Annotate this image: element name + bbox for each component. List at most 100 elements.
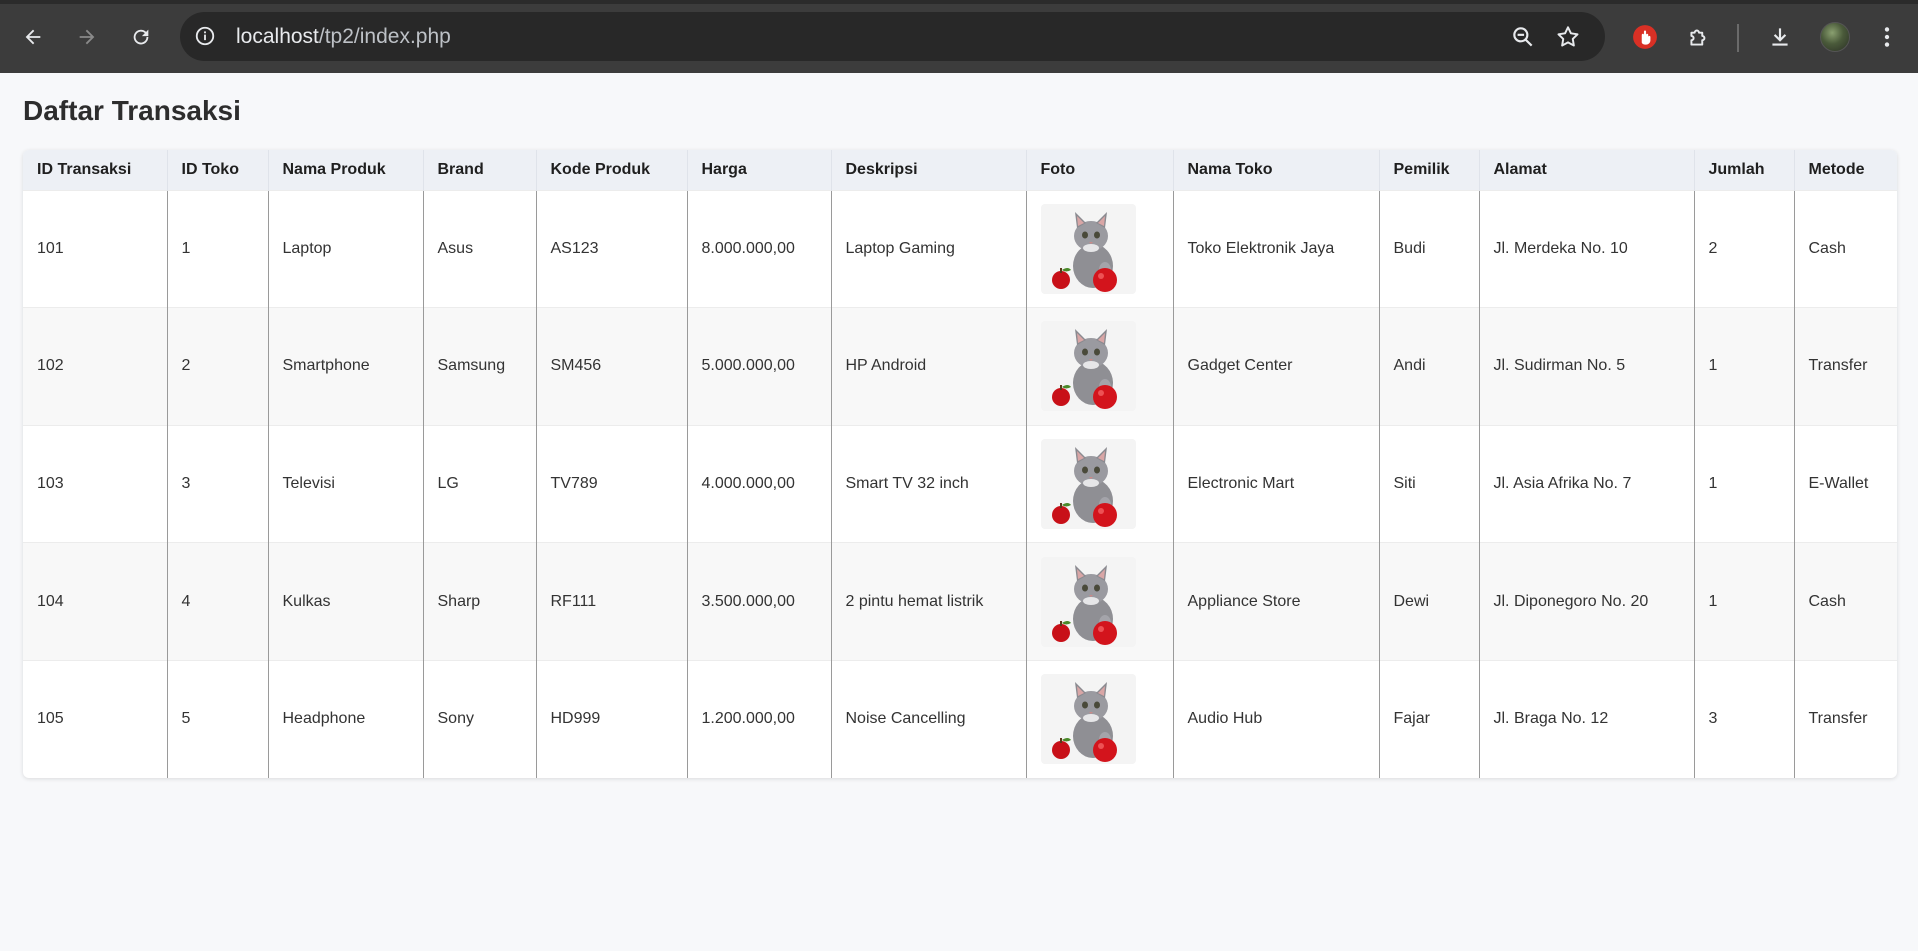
- cell-deskripsi: Laptop Gaming: [831, 190, 1027, 308]
- cell-nama-toko: Toko Elektronik Jaya: [1173, 190, 1380, 308]
- url-host: localhost: [236, 25, 319, 48]
- downloads-button[interactable]: [1765, 22, 1795, 52]
- cell-id-toko: 4: [167, 542, 269, 661]
- tab-strip-edge: [0, 0, 1918, 4]
- browser-toolbar: localhost/tp2/index.php: [0, 0, 1918, 73]
- info-icon[interactable]: [194, 25, 216, 47]
- table-row: 101 1 Laptop Asus AS123 8.000.000,00 Lap…: [23, 190, 1897, 308]
- cell-metode: Cash: [1808, 239, 1846, 257]
- cell-brand: Samsung: [423, 307, 537, 426]
- cell-id-transaksi: 105: [23, 660, 168, 778]
- url-text[interactable]: localhost/tp2/index.php: [236, 25, 451, 49]
- cell-metode: Transfer: [1808, 357, 1868, 375]
- cell-nama-toko: Electronic Mart: [1173, 425, 1380, 543]
- cell-deskripsi: Noise Cancelling: [831, 660, 1027, 778]
- cat-with-apple-photo: [1040, 556, 1136, 647]
- cell-kode-produk: HD999: [536, 660, 688, 778]
- page-content: Daftar Transaksi ID Transaksi ID Toko Na…: [0, 73, 1918, 951]
- cell-jumlah: 2: [1694, 190, 1795, 308]
- column-header: Brand: [423, 150, 537, 190]
- cell-deskripsi: HP Android: [831, 307, 1027, 426]
- cell-harga: 5.000.000,00: [687, 307, 832, 426]
- cell-id-toko: 3: [167, 425, 269, 543]
- extensions-button[interactable]: [1684, 22, 1714, 52]
- cell-kode-produk: RF111: [536, 542, 688, 661]
- cell-foto: [1026, 307, 1174, 426]
- column-header: Foto: [1026, 150, 1174, 190]
- column-header: ID Toko: [167, 150, 269, 190]
- table-row: 104 4 Kulkas Sharp RF111 3.500.000,00 2 …: [23, 542, 1897, 661]
- cell-nama-produk: Kulkas: [268, 542, 424, 661]
- url-path: /tp2/index.php: [318, 25, 451, 48]
- download-icon: [1772, 28, 1788, 46]
- cell-id-toko: 5: [167, 660, 269, 778]
- cell-pemilik: Fajar: [1379, 660, 1480, 778]
- cell-alamat: Jl. Asia Afrika No. 7: [1479, 425, 1695, 543]
- cat-with-apple-photo: [1040, 438, 1136, 529]
- cell-kode-produk: SM456: [536, 307, 688, 426]
- cell-alamat: Jl. Braga No. 12: [1479, 660, 1695, 778]
- cell-brand: Sharp: [423, 542, 537, 661]
- cat-with-apple-photo: [1040, 321, 1136, 412]
- transactions-table-container: ID Transaksi ID Toko Nama Produk Brand K…: [23, 150, 1897, 778]
- cell-metode: Transfer: [1808, 710, 1868, 728]
- cell-foto: [1026, 542, 1174, 661]
- cell-deskripsi: Smart TV 32 inch: [831, 425, 1027, 543]
- cell-nama-produk: Laptop: [268, 190, 424, 308]
- cell-brand: Asus: [423, 190, 537, 308]
- cell-kode-produk: AS123: [536, 190, 688, 308]
- transactions-table: ID Transaksi ID Toko Nama Produk Brand K…: [23, 150, 1897, 778]
- reload-button[interactable]: [124, 20, 158, 54]
- cell-nama-produk: Televisi: [268, 425, 424, 543]
- table-row: 102 2 Smartphone Samsung SM456 5.000.000…: [23, 307, 1897, 426]
- cell-jumlah: 3: [1694, 660, 1795, 778]
- cell-foto: [1026, 190, 1174, 308]
- arrow-right-icon: [79, 29, 95, 45]
- table-row: 103 3 Televisi LG TV789 4.000.000,00 Sma…: [23, 425, 1897, 543]
- cell-brand: LG: [423, 425, 537, 543]
- cell-jumlah: 1: [1694, 425, 1795, 543]
- cell-id-transaksi: 101: [23, 190, 168, 308]
- column-header: ID Transaksi: [23, 150, 168, 190]
- cell-nama-toko: Gadget Center: [1173, 307, 1380, 426]
- profile-avatar[interactable]: [1820, 22, 1850, 52]
- cell-nama-toko: Audio Hub: [1173, 660, 1380, 778]
- cell-kode-produk: TV789: [536, 425, 688, 543]
- forward-button[interactable]: [70, 20, 104, 54]
- menu-button[interactable]: [1872, 22, 1902, 52]
- column-header: Nama Produk: [268, 150, 424, 190]
- cell-harga: 8.000.000,00: [687, 190, 832, 308]
- cell-metode: Cash: [1808, 592, 1846, 610]
- cell-harga: 1.200.000,00: [687, 660, 832, 778]
- cell-pemilik: Siti: [1379, 425, 1480, 543]
- cell-brand: Sony: [423, 660, 537, 778]
- cell-foto: [1026, 425, 1174, 543]
- back-button[interactable]: [16, 20, 50, 54]
- cat-with-apple-photo: [1040, 203, 1136, 294]
- table-header-row: ID Transaksi ID Toko Nama Produk Brand K…: [23, 150, 1897, 190]
- cell-jumlah: 1: [1694, 542, 1795, 661]
- cell-harga: 4.000.000,00: [687, 425, 832, 543]
- cell-id-toko: 1: [167, 190, 269, 308]
- cell-foto: [1026, 660, 1174, 778]
- bookmark-star-icon[interactable]: [1555, 24, 1581, 50]
- cell-deskripsi: 2 pintu hemat listrik: [831, 542, 1027, 661]
- column-header: Kode Produk: [536, 150, 688, 190]
- column-header: Harga: [687, 150, 832, 190]
- column-header: Metode: [1808, 160, 1865, 178]
- column-header: Nama Toko: [1173, 150, 1380, 190]
- cell-nama-produk: Smartphone: [268, 307, 424, 426]
- address-bar[interactable]: localhost/tp2/index.php: [180, 12, 1605, 61]
- cell-metode: E-Wallet: [1808, 474, 1869, 492]
- extension-stop-icon[interactable]: [1630, 22, 1660, 52]
- page-title: Daftar Transaksi: [23, 95, 241, 126]
- cell-pemilik: Dewi: [1379, 542, 1480, 661]
- column-header: Alamat: [1479, 150, 1695, 190]
- table-row: 105 5 Headphone Sony HD999 1.200.000,00 …: [23, 660, 1897, 778]
- cell-id-transaksi: 102: [23, 307, 168, 426]
- column-header: Jumlah: [1694, 150, 1795, 190]
- column-header: Deskripsi: [831, 150, 1027, 190]
- cell-alamat: Jl. Sudirman No. 5: [1479, 307, 1695, 426]
- cat-with-apple-photo: [1040, 674, 1136, 765]
- zoom-icon[interactable]: [1510, 24, 1536, 50]
